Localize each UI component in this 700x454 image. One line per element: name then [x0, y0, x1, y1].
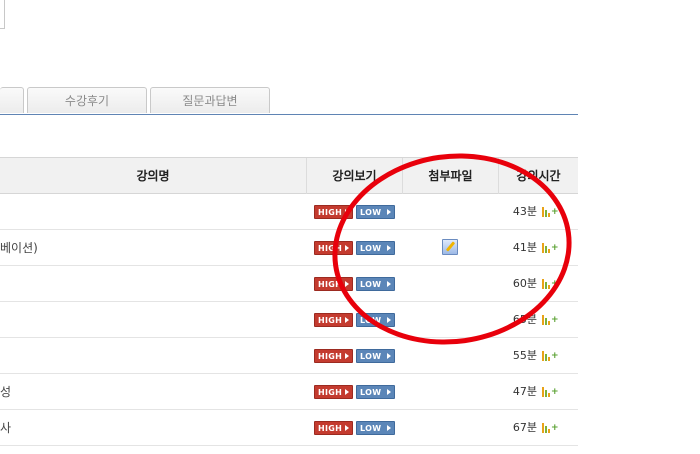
table-row: HIGH LOW 60분 + [0, 266, 578, 302]
play-arrow-icon [387, 317, 391, 323]
header-title: 강의명 [136, 169, 170, 183]
high-label: HIGH [318, 244, 343, 253]
play-arrow-icon [387, 245, 391, 251]
low-quality-button[interactable]: LOW [356, 205, 395, 219]
play-arrow-icon [387, 209, 391, 215]
lecture-duration: 65분 [512, 313, 537, 326]
play-arrow-icon [345, 389, 349, 395]
lecture-tabs: 수강후기 질문과답변 [0, 87, 578, 115]
play-arrow-icon [387, 389, 391, 395]
low-label: LOW [360, 280, 382, 289]
low-quality-button[interactable]: LOW [356, 349, 395, 363]
lecture-title[interactable]: 성 [0, 374, 11, 410]
low-quality-button[interactable]: LOW [356, 385, 395, 399]
play-arrow-icon [345, 245, 349, 251]
lecture-table: 강의명 강의보기 첨부파일 강의시간 HIGH LOW 43분 + 베이션) HIGH LO… [0, 157, 578, 446]
high-label: HIGH [318, 280, 343, 289]
high-quality-button[interactable]: HIGH [314, 421, 353, 435]
high-quality-button[interactable]: HIGH [314, 241, 353, 255]
low-label: LOW [360, 316, 382, 325]
tab-reviews[interactable]: 수강후기 [27, 87, 147, 113]
low-quality-button[interactable]: LOW [356, 421, 395, 435]
low-quality-button[interactable]: LOW [356, 277, 395, 291]
low-label: LOW [360, 424, 382, 433]
lecture-duration: 60분 [512, 277, 537, 290]
play-arrow-icon [387, 353, 391, 359]
high-quality-button[interactable]: HIGH [314, 385, 353, 399]
table-row: 베이션) HIGH LOW 41분 + [0, 230, 578, 266]
high-label: HIGH [318, 388, 343, 397]
table-header: 강의명 강의보기 첨부파일 강의시간 [0, 157, 578, 194]
play-arrow-icon [345, 317, 349, 323]
high-quality-button[interactable]: HIGH [314, 205, 353, 219]
tab-previous[interactable] [0, 87, 24, 113]
table-row: HIGH LOW 43분 + [0, 194, 578, 230]
high-quality-button[interactable]: HIGH [314, 313, 353, 327]
high-quality-button[interactable]: HIGH [314, 277, 353, 291]
bars-plus-icon[interactable]: + [542, 423, 559, 433]
table-body: HIGH LOW 43분 + 베이션) HIGH LOW 41분 + HIGH LOW 60분 + HIG… [0, 194, 578, 446]
header-view: 강의보기 [306, 158, 402, 194]
header-duration: 강의시간 [498, 158, 578, 194]
top-input-box-edge [0, 0, 5, 29]
tab-underline [0, 114, 578, 115]
high-label: HIGH [318, 316, 343, 325]
bars-plus-icon[interactable]: + [542, 351, 559, 361]
play-arrow-icon [345, 353, 349, 359]
low-label: LOW [360, 208, 382, 217]
bars-plus-icon[interactable]: + [542, 243, 559, 253]
memo-pencil-icon[interactable] [442, 239, 458, 255]
table-row: 사 HIGH LOW 67분 + [0, 410, 578, 446]
play-arrow-icon [387, 281, 391, 287]
tab-qna[interactable]: 질문과답변 [150, 87, 270, 113]
high-label: HIGH [318, 208, 343, 217]
high-label: HIGH [318, 352, 343, 361]
lecture-duration: 55분 [512, 349, 537, 362]
low-quality-button[interactable]: LOW [356, 313, 395, 327]
lecture-title[interactable]: 사 [0, 410, 11, 446]
lecture-duration: 41분 [512, 241, 537, 254]
low-label: LOW [360, 388, 382, 397]
table-row: HIGH LOW 55분 + [0, 338, 578, 374]
table-row: HIGH LOW 65분 + [0, 302, 578, 338]
play-arrow-icon [345, 425, 349, 431]
bars-plus-icon[interactable]: + [542, 387, 559, 397]
table-row: 성 HIGH LOW 47분 + [0, 374, 578, 410]
lecture-duration: 47분 [512, 385, 537, 398]
play-arrow-icon [345, 209, 349, 215]
bars-plus-icon[interactable]: + [542, 279, 559, 289]
high-quality-button[interactable]: HIGH [314, 349, 353, 363]
play-arrow-icon [387, 425, 391, 431]
low-label: LOW [360, 352, 382, 361]
lecture-title[interactable]: 베이션) [0, 230, 38, 266]
play-arrow-icon [345, 281, 349, 287]
lecture-duration: 67분 [512, 421, 537, 434]
bars-plus-icon[interactable]: + [542, 207, 559, 217]
high-label: HIGH [318, 424, 343, 433]
low-quality-button[interactable]: LOW [356, 241, 395, 255]
low-label: LOW [360, 244, 382, 253]
bars-plus-icon[interactable]: + [542, 315, 559, 325]
lecture-duration: 43분 [512, 205, 537, 218]
header-attachment: 첨부파일 [402, 158, 498, 194]
